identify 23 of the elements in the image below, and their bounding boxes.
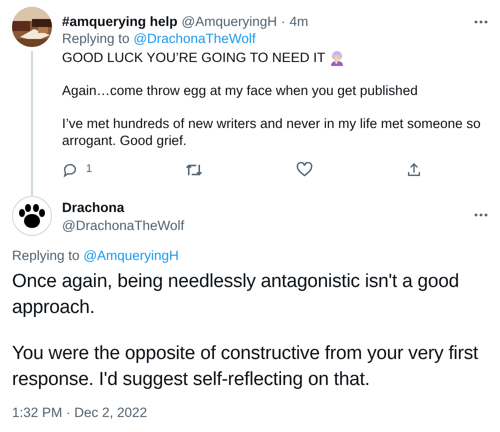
share-icon[interactable] <box>406 162 422 178</box>
display-name[interactable]: #amquerying help <box>62 13 178 30</box>
user-handle[interactable]: @AmqueryingH <box>182 13 278 30</box>
more-icon[interactable] <box>474 20 488 24</box>
post-text: Once again, being needlessly antagonistic isn't a good approach. <box>12 270 460 320</box>
post-timestamp[interactable]: 1:32 PM · Dec 2, 2022 <box>12 405 148 420</box>
separator-dot: · <box>281 13 286 30</box>
more-icon[interactable] <box>474 213 488 217</box>
heart-icon[interactable] <box>296 162 314 177</box>
reply-count: 1 <box>86 162 92 177</box>
facepalm-emoji-icon <box>329 50 346 66</box>
reply-icon[interactable] <box>62 162 78 178</box>
post-text: You were the opposite of constructive from your very first response. I'd suggest self-reflecting on that. <box>12 342 480 392</box>
paw-avatar-icon[interactable] <box>12 196 52 236</box>
retweet-icon[interactable] <box>185 162 204 178</box>
post-text: Again…come throw egg at my face when you get published <box>62 82 419 99</box>
post-text: I’ve met hundreds of new writers and never in my life met someone so arrogant. Good grief. <box>62 115 482 149</box>
user-handle[interactable]: @DrachonaTheWolf <box>62 216 184 234</box>
post-text: GOOD LUCK YOU’RE GOING TO NEED IT <box>62 49 326 66</box>
replying-label: Replying to <box>12 248 80 263</box>
replying-label: Replying to <box>62 31 130 46</box>
post-time[interactable]: 4m <box>290 13 308 30</box>
display-name[interactable]: Drachona <box>62 198 184 216</box>
